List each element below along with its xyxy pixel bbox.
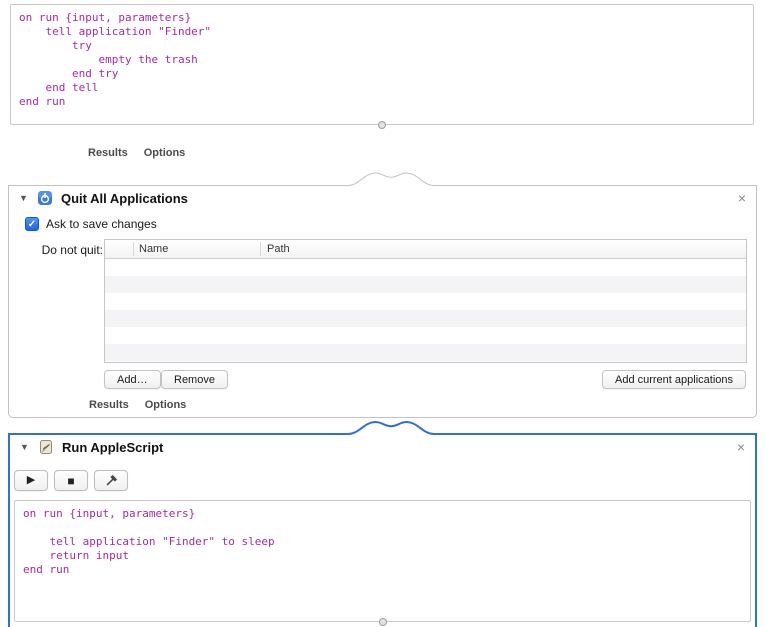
stop-script-button[interactable]: ■	[54, 470, 88, 491]
run-script-button[interactable]: ▶	[14, 470, 48, 491]
column-separator	[260, 242, 261, 256]
editor-resize-handle[interactable]	[378, 121, 386, 129]
applescript-code-2: on run {input, parameters} tell applicat…	[23, 507, 275, 576]
action2-footer: Results Options	[89, 399, 186, 411]
editor-resize-handle[interactable]	[379, 618, 387, 626]
options-button[interactable]: Options	[145, 399, 187, 411]
ask-to-save-label[interactable]: Ask to save changes	[46, 217, 157, 231]
results-button[interactable]: Results	[89, 399, 129, 411]
action-quit-all-applications[interactable]: ▼ Quit All Applications × ✓ Ask to save …	[8, 172, 757, 418]
action2-header[interactable]: ▼ Quit All Applications ×	[9, 185, 756, 211]
results-button[interactable]: Results	[88, 147, 128, 159]
run-applescript-icon	[40, 440, 52, 454]
applescript-editor-1[interactable]: on run {input, parameters} tell applicat…	[10, 4, 754, 125]
column-header-path[interactable]: Path	[267, 243, 290, 255]
add-current-applications-button[interactable]: Add current applications	[601, 370, 746, 389]
disclosure-triangle-icon[interactable]: ▼	[19, 193, 29, 203]
connector-notch	[8, 172, 757, 186]
do-not-quit-table[interactable]: Name Path	[104, 239, 747, 363]
close-icon[interactable]: ×	[738, 191, 746, 205]
quit-all-applications-icon	[38, 191, 52, 205]
play-icon: ▶	[26, 474, 36, 486]
stop-icon: ■	[67, 473, 75, 488]
add-button[interactable]: Add…	[104, 370, 161, 389]
do-not-quit-label: Do not quit:	[41, 243, 103, 257]
connector-notch	[8, 420, 757, 435]
action-title: Run AppleScript	[62, 439, 164, 455]
options-button[interactable]: Options	[144, 147, 186, 159]
action1-footer: Results Options	[88, 147, 185, 159]
remove-button[interactable]: Remove	[161, 370, 228, 389]
compile-hammer-icon	[106, 474, 117, 485]
table-header: Name Path	[105, 240, 746, 259]
action-title: Quit All Applications	[61, 190, 188, 206]
applescript-code-1: on run {input, parameters} tell applicat…	[19, 11, 212, 108]
checkmark-icon: ✓	[27, 218, 37, 230]
compile-script-button[interactable]	[94, 470, 128, 491]
action3-header[interactable]: ▼ Run AppleScript ×	[10, 434, 755, 460]
close-icon[interactable]: ×	[737, 440, 745, 454]
workflow-canvas: on run {input, parameters} tell applicat…	[0, 0, 765, 627]
action-run-applescript[interactable]: ▼ Run AppleScript × ▶ ■ on run {input, p…	[8, 420, 757, 627]
ask-to-save-changes-checkbox[interactable]: ✓	[25, 217, 39, 231]
ask-to-save-row: ✓ Ask to save changes	[25, 217, 157, 231]
script-toolbar: ▶ ■	[14, 470, 128, 491]
column-separator	[133, 242, 134, 256]
column-header-name[interactable]: Name	[139, 243, 168, 255]
table-body[interactable]	[105, 259, 746, 362]
applescript-editor-2[interactable]: on run {input, parameters} tell applicat…	[14, 500, 751, 622]
disclosure-triangle-icon[interactable]: ▼	[20, 442, 30, 452]
